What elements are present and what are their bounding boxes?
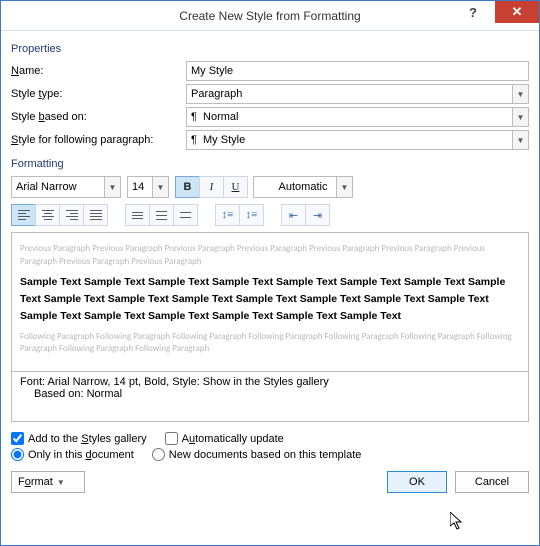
name-input[interactable] — [186, 61, 529, 81]
based-on-label: Style based on: — [11, 111, 186, 123]
dialog-title: Create New Style from Formatting — [179, 9, 360, 23]
line-spacing-1-button[interactable] — [125, 204, 150, 226]
footer: Format ▼ OK Cancel — [11, 471, 529, 493]
description-box: Font: Arial Narrow, 14 pt, Bold, Style: … — [11, 372, 529, 422]
align-justify-button[interactable] — [83, 204, 108, 226]
row-style-type: Style type: ▼ — [11, 84, 529, 104]
chevron-down-icon: ▼ — [57, 478, 65, 487]
style-type-value[interactable] — [186, 84, 529, 104]
decrease-indent-button[interactable]: ⇤ — [281, 204, 306, 226]
chevron-down-icon[interactable]: ▼ — [512, 107, 529, 127]
indent-buttons: ⇤ ⇥ — [281, 204, 329, 226]
following-select[interactable]: ▼ — [186, 130, 529, 150]
bold-button[interactable]: B — [175, 176, 200, 198]
align-right-button[interactable] — [59, 204, 84, 226]
align-left-button[interactable] — [11, 204, 36, 226]
following-value[interactable] — [186, 130, 529, 150]
preview-box: Previous Paragraph Previous Paragraph Pr… — [11, 232, 529, 372]
only-doc-input[interactable] — [11, 448, 24, 461]
preview-previous: Previous Paragraph Previous Paragraph Pr… — [20, 243, 520, 268]
description-line2: Based on: Normal — [20, 388, 520, 400]
font-style-buttons: B I U — [175, 176, 247, 198]
format-row-2: ↕≡ ↕≡ ⇤ ⇥ — [11, 204, 529, 226]
chevron-down-icon[interactable]: ▼ — [512, 84, 529, 104]
line-spacing-1-5-button[interactable] — [149, 204, 174, 226]
style-type-label: Style type: — [11, 88, 186, 100]
close-button[interactable]: ✕ — [495, 1, 539, 23]
auto-update-input[interactable] — [165, 432, 178, 445]
font-size-combo[interactable]: ▼ — [127, 176, 169, 198]
titlebar-controls: ? ✕ — [451, 1, 539, 30]
italic-button[interactable]: I — [199, 176, 224, 198]
space-before-inc-button[interactable]: ↕≡ — [215, 204, 240, 226]
add-gallery-checkbox[interactable]: Add to the Styles gallery — [11, 432, 147, 445]
align-center-button[interactable] — [35, 204, 60, 226]
row-following: Style for following paragraph: ▼ — [11, 130, 529, 150]
dialog-body: Properties Name: Style type: ▼ Style bas… — [1, 31, 539, 503]
new-docs-radio[interactable]: New documents based on this template — [152, 448, 362, 461]
preview-sample: Sample Text Sample Text Sample Text Samp… — [20, 274, 520, 324]
line-spacing-2-button[interactable] — [173, 204, 198, 226]
only-doc-radio[interactable]: Only in this document — [11, 448, 134, 461]
style-type-select[interactable]: ▼ — [186, 84, 529, 104]
chevron-down-icon[interactable]: ▼ — [104, 176, 121, 198]
options-area: Add to the Styles gallery Automatically … — [11, 432, 529, 461]
auto-update-checkbox[interactable]: Automatically update — [165, 432, 284, 445]
para-spacing-buttons: ↕≡ ↕≡ — [215, 204, 263, 226]
based-on-value[interactable] — [186, 107, 529, 127]
preview-following: Following Paragraph Following Paragraph … — [20, 331, 520, 356]
ok-button[interactable]: OK — [387, 471, 447, 493]
font-color-combo[interactable]: ▼ — [253, 176, 353, 198]
row-name: Name: — [11, 61, 529, 81]
alignment-buttons — [11, 204, 107, 226]
font-name-combo[interactable]: ▼ — [11, 176, 121, 198]
titlebar: Create New Style from Formatting ? ✕ — [1, 1, 539, 31]
formatting-group-label: Formatting — [11, 158, 529, 170]
dialog-window: Create New Style from Formatting ? ✕ Pro… — [0, 0, 540, 546]
format-button[interactable]: Format ▼ — [11, 471, 85, 493]
description-line1: Font: Arial Narrow, 14 pt, Bold, Style: … — [20, 376, 520, 388]
increase-indent-button[interactable]: ⇥ — [305, 204, 330, 226]
name-label: Name: — [11, 65, 186, 77]
chevron-down-icon[interactable]: ▼ — [152, 176, 169, 198]
based-on-select[interactable]: ▼ — [186, 107, 529, 127]
space-before-dec-button[interactable]: ↕≡ — [239, 204, 264, 226]
underline-button[interactable]: U — [223, 176, 248, 198]
chevron-down-icon[interactable]: ▼ — [512, 130, 529, 150]
help-button[interactable]: ? — [451, 1, 495, 23]
properties-group-label: Properties — [11, 43, 529, 55]
new-docs-input[interactable] — [152, 448, 165, 461]
chevron-down-icon[interactable]: ▼ — [336, 176, 353, 198]
following-label: Style for following paragraph: — [11, 134, 186, 146]
spacing-buttons — [125, 204, 197, 226]
row-based-on: Style based on: ▼ — [11, 107, 529, 127]
add-gallery-input[interactable] — [11, 432, 24, 445]
cancel-button[interactable]: Cancel — [455, 471, 529, 493]
format-row-1: ▼ ▼ B I U ▼ — [11, 176, 529, 198]
